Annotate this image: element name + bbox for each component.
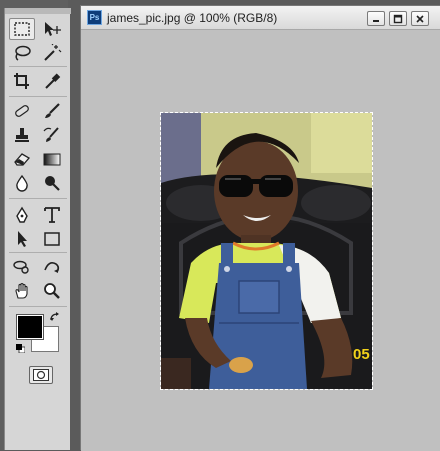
toolbox-separator (9, 306, 67, 307)
eraser-tool[interactable] (9, 148, 35, 170)
document-title: james_pic.jpg @ 100% (RGB/8) (107, 11, 278, 25)
toolbox (0, 0, 71, 450)
3d-orbit-icon (44, 262, 60, 273)
blur-drop-icon (16, 174, 28, 192)
gradient-icon (43, 153, 61, 166)
default-colors-icon[interactable] (16, 344, 25, 353)
close-button[interactable] (411, 11, 429, 26)
rectangle-tool[interactable] (39, 228, 65, 250)
quick-mask-icon (33, 369, 49, 381)
brush-icon (45, 103, 60, 118)
maximize-icon (393, 14, 403, 23)
eyedropper-icon (45, 73, 61, 89)
quick-mask-button[interactable] (29, 366, 53, 384)
magic-wand-tool[interactable] (39, 42, 65, 64)
move-tool[interactable] (39, 18, 65, 40)
brush-tool[interactable] (39, 100, 65, 122)
rectangular-marquee-tool[interactable] (9, 18, 35, 40)
3d-rotate-tool[interactable] (9, 256, 35, 278)
3d-orbit-tool[interactable] (39, 256, 65, 278)
maximize-button[interactable] (389, 11, 407, 26)
minimize-icon (373, 19, 379, 22)
photoshop-app-icon: Ps (87, 10, 102, 25)
clone-stamp-tool[interactable] (9, 124, 35, 146)
path-selection-tool[interactable] (9, 228, 35, 250)
blur-tool[interactable] (9, 172, 35, 194)
lasso-tool[interactable] (9, 42, 35, 64)
eraser-icon (14, 153, 31, 166)
child-photo (161, 113, 372, 389)
document-title-bar[interactable]: Ps james_pic.jpg @ 100% (RGB/8) (81, 6, 440, 30)
stamp-icon (15, 128, 29, 142)
canvas-area[interactable]: 05 (81, 31, 440, 451)
document-window: Ps james_pic.jpg @ 100% (RGB/8) 05 (80, 5, 440, 451)
3d-rotate-icon (13, 260, 29, 274)
photo-canvas[interactable] (161, 113, 372, 389)
crop-tool[interactable] (9, 70, 35, 92)
dodge-icon (45, 176, 60, 191)
type-tool[interactable] (39, 204, 65, 226)
swap-colors-icon[interactable] (49, 311, 61, 323)
arrow-pointer-icon (18, 231, 27, 247)
date-stamp: 05 (353, 346, 370, 363)
toolbox-separator (9, 252, 67, 253)
history-brush-tool[interactable] (39, 124, 65, 146)
toolbox-separator (9, 96, 67, 97)
move-icon (45, 22, 61, 36)
history-brush-icon (43, 127, 59, 142)
marquee-icon (14, 22, 30, 36)
toolbox-separator (9, 66, 67, 67)
magic-wand-icon (44, 44, 62, 61)
toolbox-grip[interactable] (5, 8, 71, 14)
lasso-icon (15, 45, 31, 61)
pen-tool[interactable] (9, 204, 35, 226)
dodge-tool[interactable] (39, 172, 65, 194)
rectangle-shape-icon (44, 232, 60, 246)
gradient-tool[interactable] (39, 148, 65, 170)
type-t-icon (44, 207, 60, 223)
foreground-color-swatch[interactable] (16, 314, 44, 340)
close-icon (416, 14, 424, 23)
hand-tool[interactable] (9, 280, 35, 302)
magnifier-icon (44, 283, 60, 299)
toolbox-separator (9, 198, 67, 199)
eyedropper-tool[interactable] (39, 70, 65, 92)
healing-brush-tool[interactable] (9, 100, 35, 122)
pen-icon (16, 206, 28, 223)
zoom-tool[interactable] (39, 280, 65, 302)
tools-panel (4, 8, 71, 450)
minimize-button[interactable] (367, 11, 385, 26)
hand-icon (15, 282, 28, 299)
crop-icon (14, 73, 29, 89)
bandage-icon (15, 105, 29, 117)
